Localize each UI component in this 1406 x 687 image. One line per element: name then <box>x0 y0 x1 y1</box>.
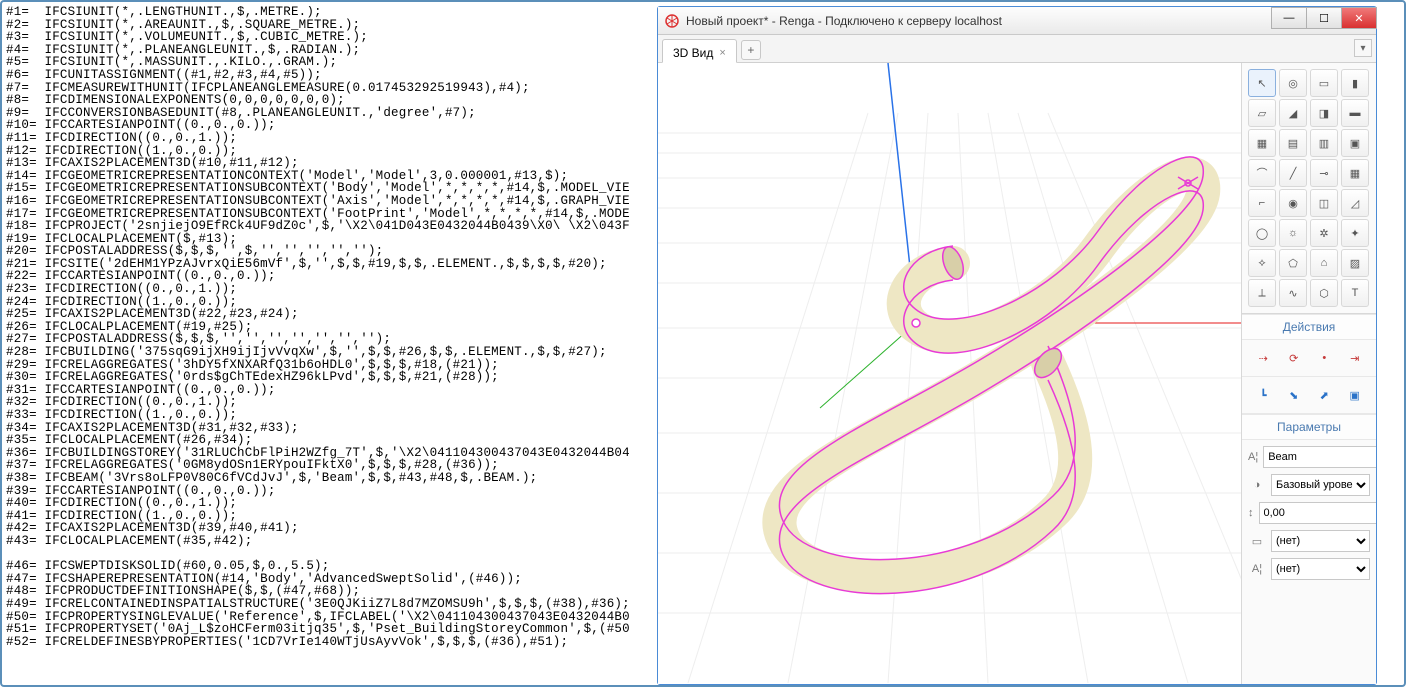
ramp-icon[interactable]: ◿ <box>1341 189 1369 217</box>
param-name-input[interactable] <box>1263 446 1376 468</box>
tab-bar: 3D Вид × + ▾ <box>658 35 1376 63</box>
lamp-icon[interactable]: ◉ <box>1279 189 1307 217</box>
viewport-canvas <box>658 63 1241 683</box>
param-style1-row: ▭ (нет) <box>1248 530 1370 552</box>
wall-icon[interactable]: ▬ <box>1341 99 1369 127</box>
tag-icon[interactable]: ⌂ <box>1310 249 1338 277</box>
window-controls: — ☐ ✕ <box>1271 7 1376 34</box>
ring-icon[interactable]: ◯ <box>1248 219 1276 247</box>
param-style2-select[interactable]: (нет) <box>1271 558 1370 580</box>
poly-icon[interactable]: ⬠ <box>1279 249 1307 277</box>
plate-icon[interactable]: ◫ <box>1310 189 1338 217</box>
param-name-row: A¦ <box>1248 446 1370 468</box>
tab-label: 3D Вид <box>673 46 713 60</box>
gear-icon[interactable]: ✲ <box>1310 219 1338 247</box>
hex-icon[interactable]: ⬡ <box>1310 279 1338 307</box>
param-offset-row: ↕ мм <box>1248 502 1370 524</box>
delete-icon[interactable]: • <box>1312 346 1336 370</box>
tab-add-button[interactable]: + <box>741 40 761 60</box>
side-panels: ↖◎▭▮▱◢◨▬▦▤▥▣⌒╱⊸▦⌐◉◫◿◯☼✲✦⟡⬠⌂▨⟂∿⬡T Действи… <box>1241 63 1376 684</box>
cursor-icon[interactable]: ↖ <box>1248 69 1276 97</box>
eraser-icon[interactable]: ◨ <box>1310 99 1338 127</box>
stair-icon[interactable]: ⌐ <box>1248 189 1276 217</box>
wedge-icon[interactable]: ◢ <box>1279 99 1307 127</box>
slab-icon[interactable]: ▱ <box>1248 99 1276 127</box>
params-panel: A¦ ◑ Базовый урове ↕ мм ▭ ( <box>1242 440 1376 586</box>
box-icon[interactable]: ▣ <box>1341 129 1369 157</box>
text-icon[interactable]: T <box>1341 279 1369 307</box>
actions-row-1: ⇢ ⟳• ⇥ <box>1242 340 1376 377</box>
window-title: Новый проект* - Renga - Подключено к сер… <box>686 14 1271 28</box>
close-button[interactable]: ✕ <box>1341 7 1377 29</box>
param-level-row: ◑ Базовый урове <box>1248 474 1370 496</box>
minimize-button[interactable]: — <box>1271 7 1307 29</box>
viewport-3d[interactable] <box>658 63 1241 684</box>
mirror-icon[interactable]: ⇥ <box>1343 346 1367 370</box>
brick-icon[interactable]: ▤ <box>1279 129 1307 157</box>
bulb-icon[interactable]: ☼ <box>1279 219 1307 247</box>
polyline-icon[interactable]: ⬈ <box>1312 383 1336 407</box>
actions-row-2: ┗ ⬊⬈ ▣ <box>1242 377 1376 414</box>
dim-icon[interactable]: ⟡ <box>1248 249 1276 277</box>
tab-menu-button[interactable]: ▾ <box>1354 39 1372 57</box>
misc-icon[interactable]: ✦ <box>1341 219 1369 247</box>
renga-window: Новый проект* - Renga - Подключено к сер… <box>657 6 1377 685</box>
param-style2-row: A¦ (нет) <box>1248 558 1370 580</box>
handle-icon[interactable]: ⊸ <box>1310 159 1338 187</box>
app-icon <box>664 13 680 29</box>
param-level-select[interactable]: Базовый урове <box>1271 474 1370 496</box>
level-icon: ◑ <box>1248 476 1266 494</box>
style1-icon: ▭ <box>1248 532 1266 550</box>
param-style1-select[interactable]: (нет) <box>1271 530 1370 552</box>
grid-icon[interactable]: ▦ <box>1341 159 1369 187</box>
globe-icon[interactable]: ◎ <box>1279 69 1307 97</box>
client-area: ↖◎▭▮▱◢◨▬▦▤▥▣⌒╱⊸▦⌐◉◫◿◯☼✲✦⟡⬠⌂▨⟂∿⬡T Действи… <box>658 63 1376 684</box>
titlebar: Новый проект* - Renga - Подключено к сер… <box>658 7 1376 35</box>
beam-solid <box>779 157 1203 594</box>
cube-icon[interactable]: ▭ <box>1310 69 1338 97</box>
chevron-down-icon: ▾ <box>1360 43 1365 54</box>
offset-icon: ↕ <box>1248 504 1254 522</box>
origin-grip <box>912 319 920 327</box>
point-icon[interactable]: ⬊ <box>1282 383 1306 407</box>
text-field-icon: A¦ <box>1248 448 1258 466</box>
grip-icon[interactable]: ▣ <box>1343 383 1367 407</box>
snap-icon[interactable]: ┗ <box>1251 383 1275 407</box>
style2-icon: A¦ <box>1248 560 1266 578</box>
line-icon[interactable]: ╱ <box>1279 159 1307 187</box>
curve-icon[interactable]: ∿ <box>1279 279 1307 307</box>
arch-icon[interactable]: ⌒ <box>1248 159 1276 187</box>
maximize-button[interactable]: ☐ <box>1306 7 1342 29</box>
move-icon[interactable]: ⇢ <box>1251 346 1275 370</box>
plus-icon: + <box>747 43 754 57</box>
hatch-icon[interactable]: ▨ <box>1341 249 1369 277</box>
ifc-code-pane: #1= IFCSIUNIT(*,.LENGTHUNIT.,$,.METRE.);… <box>6 6 652 685</box>
stack-icon[interactable]: ▦ <box>1248 129 1276 157</box>
ruler-icon[interactable]: ⟂ <box>1248 279 1276 307</box>
column-icon[interactable]: ▮ <box>1341 69 1369 97</box>
tab-3d-view[interactable]: 3D Вид × <box>662 39 737 63</box>
panel-icon[interactable]: ▥ <box>1310 129 1338 157</box>
tab-close-icon[interactable]: × <box>719 47 725 59</box>
params-panel-title: Параметры <box>1242 414 1376 440</box>
rotate-icon[interactable]: ⟳ <box>1282 346 1306 370</box>
param-offset-input[interactable] <box>1259 502 1377 524</box>
actions-panel-title: Действия <box>1242 314 1376 340</box>
tool-palette: ↖◎▭▮▱◢◨▬▦▤▥▣⌒╱⊸▦⌐◉◫◿◯☼✲✦⟡⬠⌂▨⟂∿⬡T <box>1242 63 1376 314</box>
